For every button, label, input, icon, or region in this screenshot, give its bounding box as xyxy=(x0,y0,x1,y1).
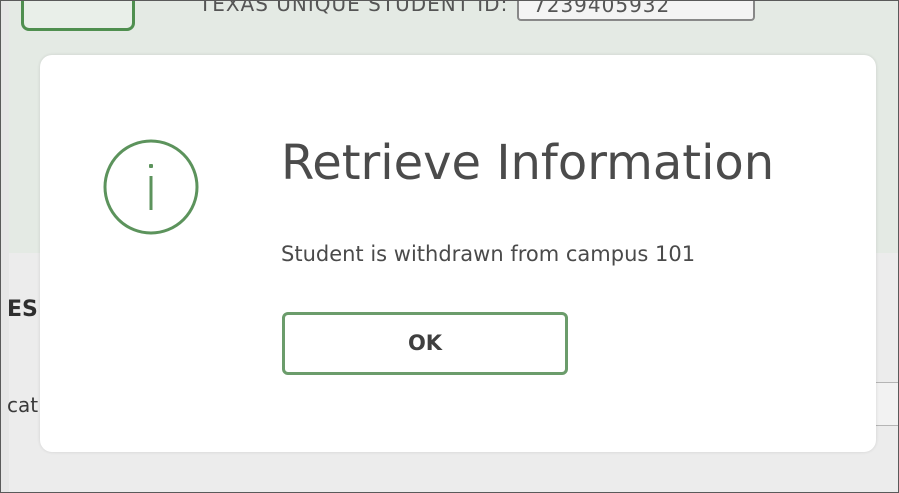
background-right-box xyxy=(875,382,898,426)
info-circle-icon xyxy=(103,139,199,235)
background-button xyxy=(21,1,135,31)
dialog-title: Retrieve Information xyxy=(281,135,775,191)
ok-button[interactable]: OK xyxy=(282,312,568,375)
background-student-id-input: 7239405932 xyxy=(517,1,755,21)
background-section-title: ES xyxy=(7,297,38,322)
background-left-strip xyxy=(1,1,9,492)
background-row-label: cati xyxy=(7,393,44,417)
app-window: TEXAS UNIQUE STUDENT ID: 7239405932 ES c… xyxy=(0,0,899,493)
background-field-label: TEXAS UNIQUE STUDENT ID: xyxy=(199,0,509,16)
dialog-message: Student is withdrawn from campus 101 xyxy=(281,242,696,266)
